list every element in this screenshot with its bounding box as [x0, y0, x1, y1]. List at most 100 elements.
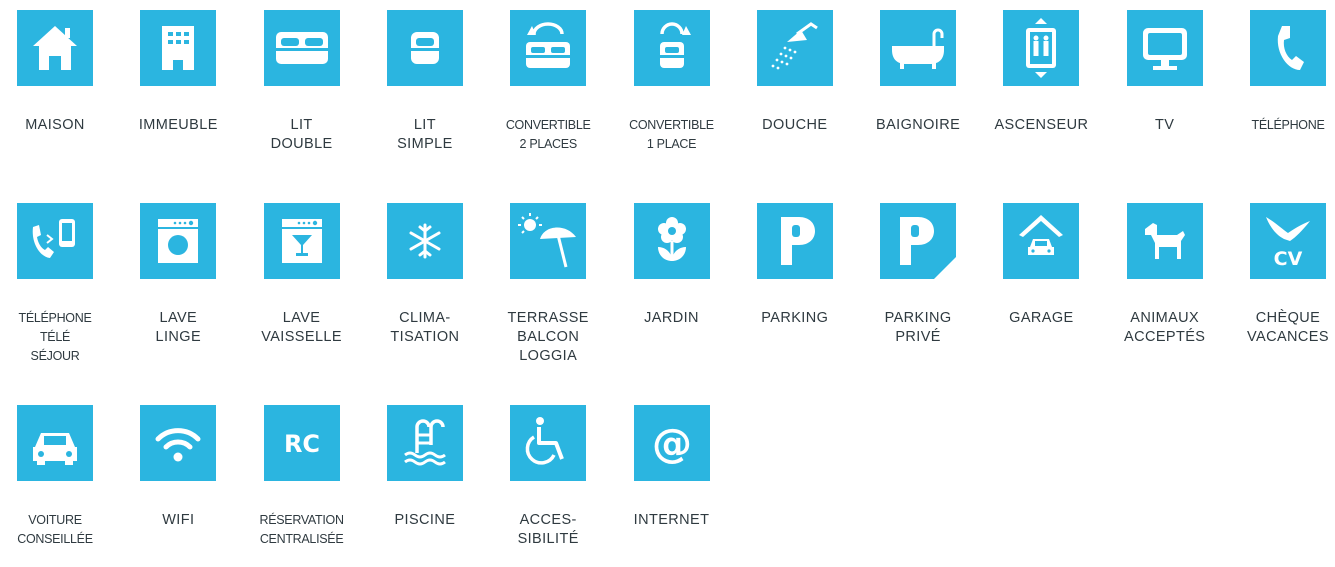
amenity-label: PARKING PRIVÉ — [856, 309, 980, 347]
amenity-label-line: LOGGIA — [519, 348, 578, 364]
amenity-label: CONVERTIBLE 1 PLACE — [610, 116, 734, 154]
amenity-label: TERRASSE BALCON LOGGIA — [486, 309, 610, 366]
amenity-label-line: PARKING — [761, 310, 829, 326]
amenity-item: PISCINE — [363, 405, 487, 530]
snowflake-icon — [386, 203, 463, 279]
amenity-label-line: RÉSERVATION — [259, 513, 344, 527]
tv-icon — [1126, 10, 1203, 86]
amenity-label: DOUCHE — [733, 116, 857, 135]
private-parking-icon — [880, 203, 957, 279]
amenity-label: GARAGE — [979, 309, 1103, 328]
flower-icon — [633, 203, 710, 279]
phone-tele-sejour-icon — [17, 203, 93, 279]
amenity-label: LAVE LINGE — [116, 309, 240, 347]
amenity-label-line: CONVERTIBLE — [505, 118, 591, 132]
wifi-icon — [140, 405, 217, 481]
amenity-label-line: INTERNET — [633, 512, 710, 528]
amenity-label: RÉSERVATION CENTRALISÉE — [240, 511, 364, 549]
amenity-item: TV — [1103, 10, 1227, 135]
amenity-label-line: GARAGE — [1009, 310, 1074, 326]
amenity-item: VOITURE CONSEILLÉE — [0, 405, 117, 549]
amenity-label-line: SIBILITÉ — [517, 531, 579, 547]
amenity-label: IMMEUBLE — [116, 116, 240, 135]
amenity-item: ASCENSEUR — [979, 10, 1103, 135]
amenity-label-line: BALCON — [517, 329, 580, 345]
amenity-item: BAIGNOIRE — [856, 10, 980, 135]
amenity-item: LIT SIMPLE — [363, 10, 487, 154]
amenity-label-line: TÉLÉ — [39, 330, 71, 344]
amenity-item: LAVE LINGE — [116, 203, 240, 347]
car-icon — [17, 405, 93, 481]
amenity-label-line: CLIMA- — [399, 310, 451, 326]
amenity-label: MAISON — [0, 116, 117, 135]
amenity-item: PARKING — [733, 203, 857, 328]
bathtub-icon — [880, 10, 957, 86]
single-bed-icon — [386, 10, 463, 86]
amenity-label-line: CONSEILLÉE — [17, 532, 93, 546]
amenity-label-line: LINGE — [155, 329, 202, 345]
amenity-label: JARDIN — [610, 309, 734, 328]
amenity-label-line: CENTRALISÉE — [259, 532, 344, 546]
amenity-label-line: VOITURE — [28, 513, 82, 527]
pool-icon — [386, 405, 463, 481]
amenity-label-line: MAISON — [25, 117, 85, 133]
amenity-label-line: JARDIN — [644, 310, 699, 326]
amenity-label-line: LIT — [413, 117, 436, 133]
amenity-label-line: PRIVÉ — [895, 329, 941, 345]
amenity-label-line: LIT — [290, 117, 313, 133]
amenity-label-line: CONVERTIBLE — [629, 118, 714, 132]
phone-icon — [1250, 10, 1326, 86]
washing-machine-icon — [140, 203, 217, 279]
amenity-label: LAVE VAISSELLE — [240, 309, 364, 347]
at-text: @ — [652, 421, 692, 467]
convertible-single-icon — [633, 10, 710, 86]
terrace-icon — [510, 203, 587, 279]
amenity-label: TV — [1103, 116, 1227, 135]
amenity-label-line: ACCEPTÉS — [1124, 329, 1206, 345]
amenity-label-line: SÉJOUR — [30, 349, 80, 363]
amenity-label-line: TISATION — [390, 329, 460, 345]
amenity-item: LAVE VAISSELLE — [240, 203, 364, 347]
amenity-item: ACCES- SIBILITÉ — [486, 405, 610, 549]
amenity-item: CV CHÈQUE VACANCES — [1226, 203, 1335, 347]
amenity-label: INTERNET — [610, 511, 734, 530]
amenity-label: CLIMA- TISATION — [363, 309, 487, 347]
building-icon — [140, 10, 217, 86]
amenity-label-line: ACCES- — [519, 512, 577, 528]
amenity-label: WIFI — [116, 511, 240, 530]
amenity-label-line: CHÈQUE — [1255, 310, 1321, 326]
amenity-label-line: VACANCES — [1247, 329, 1329, 345]
amenity-label: BAIGNOIRE — [856, 116, 980, 135]
amenity-item: CLIMA- TISATION — [363, 203, 487, 347]
amenity-label: VOITURE CONSEILLÉE — [0, 511, 117, 549]
amenity-label: LIT DOUBLE — [240, 116, 364, 154]
dog-icon — [1126, 203, 1203, 279]
amenity-label-line: SIMPLE — [397, 136, 453, 152]
amenity-item: PARKING PRIVÉ — [856, 203, 980, 347]
amenity-item: DOUCHE — [733, 10, 857, 135]
garage-icon — [1003, 203, 1080, 279]
amenity-label-line: DOUBLE — [270, 136, 333, 152]
amenity-item: TERRASSE BALCON LOGGIA — [486, 203, 610, 366]
amenity-item: GARAGE — [979, 203, 1103, 328]
amenity-label-line: PARKING — [884, 310, 952, 326]
amenity-label: LIT SIMPLE — [363, 116, 487, 154]
parking-icon — [756, 203, 833, 279]
amenity-label-line: LAVE — [282, 310, 321, 326]
amenity-label: ASCENSEUR — [979, 116, 1103, 135]
at-sign-icon: @ — [633, 405, 710, 481]
rc-icon: RC — [263, 405, 340, 481]
amenity-item: TÉLÉPHONE — [1226, 10, 1335, 135]
amenity-label: CHÈQUE VACANCES — [1226, 309, 1335, 347]
amenity-label-line: PISCINE — [394, 512, 456, 528]
shower-icon — [756, 10, 833, 86]
amenity-item: TÉLÉPHONE TÉLÉ SÉJOUR — [0, 203, 117, 366]
cv-text: CV — [1274, 248, 1303, 270]
amenity-label-line: 2 PLACES — [519, 137, 578, 151]
amenity-label-line: TV — [1155, 117, 1175, 133]
amenity-item: LIT DOUBLE — [240, 10, 364, 154]
rc-text: RC — [284, 430, 320, 458]
amenity-label-line: TÉLÉPHONE — [1251, 118, 1325, 132]
amenity-item: MAISON — [0, 10, 117, 135]
amenity-label-line: DOUCHE — [762, 117, 828, 133]
